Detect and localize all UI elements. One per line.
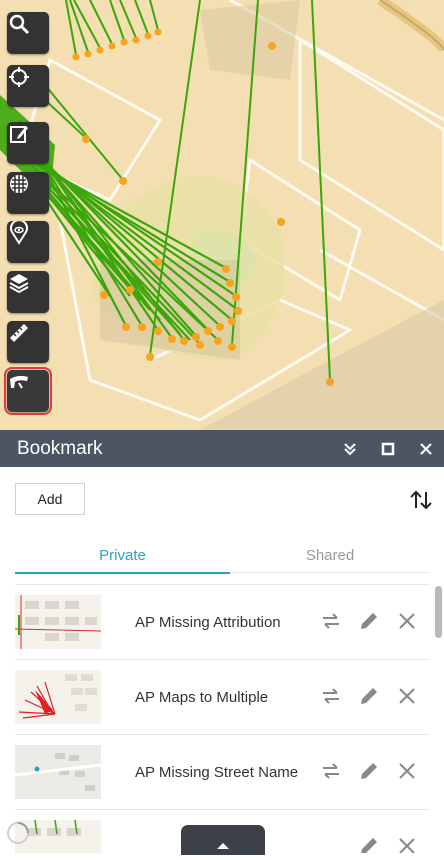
edit-bookmark-button[interactable] [358, 610, 380, 632]
panel-title: Bookmark [17, 437, 103, 459]
search-icon [9, 14, 30, 35]
expand-panel-button[interactable] [181, 825, 265, 855]
locate-icon [9, 67, 29, 87]
bookmark-list: AP Missing Attribution AP Maps to Multip… [15, 584, 430, 853]
basemap-icon [10, 175, 28, 193]
close-icon [420, 442, 432, 455]
close-icon [399, 688, 415, 704]
double-chevron-down-icon [344, 442, 356, 455]
swap-icon [323, 763, 339, 779]
list-item[interactable]: AP Missing Attribution [15, 585, 430, 660]
collapse-button[interactable] [332, 430, 368, 467]
scrollbar-thumb[interactable] [435, 586, 442, 638]
map-view[interactable] [0, 0, 444, 430]
bookmark-label: AP Missing Attribution [135, 613, 281, 631]
bookmark-button[interactable] [4, 367, 52, 415]
sort-icon[interactable] [408, 488, 434, 512]
measure-icon [10, 324, 28, 342]
edit-bookmark-button[interactable] [358, 685, 380, 707]
close-icon [399, 613, 415, 629]
edit-bookmark-button[interactable] [358, 760, 380, 782]
delete-bookmark-button[interactable] [396, 610, 418, 632]
tab-private[interactable]: Private [15, 538, 230, 574]
list-scrollbar[interactable] [434, 583, 444, 853]
delete-bookmark-button[interactable] [396, 835, 418, 853]
pencil-icon [361, 613, 377, 629]
maximize-icon [381, 442, 395, 455]
pencil-icon [361, 838, 377, 853]
delete-bookmark-button[interactable] [396, 760, 418, 782]
swap-button[interactable] [320, 610, 342, 632]
maximize-button[interactable] [370, 430, 406, 467]
loading-spinner-icon [5, 820, 31, 846]
bookmark-thumbnail [15, 745, 101, 799]
bookmark-panel: Bookmark Add Private Shared AP Missing A… [0, 430, 444, 853]
bookmark-icon [10, 375, 28, 389]
edit-button[interactable] [7, 122, 49, 164]
swap-button[interactable] [320, 685, 342, 707]
tab-shared[interactable]: Shared [230, 538, 430, 573]
add-bookmark-button[interactable]: Add [15, 483, 85, 515]
bookmark-thumbnail [15, 670, 101, 724]
pencil-icon [361, 763, 377, 779]
map-canvas [0, 0, 444, 430]
locate-button[interactable] [7, 65, 49, 107]
marker-icon [10, 221, 28, 245]
layers-button[interactable] [7, 271, 49, 313]
close-icon [399, 838, 415, 853]
list-item[interactable]: AP Missing Street Name [15, 735, 430, 810]
bookmark-thumbnail [15, 595, 101, 649]
swap-icon [323, 688, 339, 704]
bookmark-label: AP Maps to Multiple [135, 688, 269, 706]
list-item[interactable]: AP Maps to Multiple [15, 660, 430, 735]
marker-button[interactable] [7, 221, 49, 263]
edit-icon [10, 126, 28, 143]
layers-icon [9, 274, 29, 294]
pencil-icon [361, 688, 377, 704]
bookmark-tabs: Private Shared [15, 538, 430, 574]
search-button[interactable] [7, 12, 49, 54]
delete-bookmark-button[interactable] [396, 685, 418, 707]
measure-button[interactable] [7, 321, 49, 363]
close-panel-button[interactable] [408, 430, 444, 467]
panel-header: Bookmark [0, 430, 444, 467]
swap-button[interactable] [320, 760, 342, 782]
basemap-button[interactable] [7, 172, 49, 214]
close-icon [399, 763, 415, 779]
edit-bookmark-button[interactable] [358, 835, 380, 853]
bookmark-label: AP Missing Street Name [135, 763, 299, 781]
swap-icon [323, 613, 339, 629]
chevron-up-icon [217, 843, 229, 849]
